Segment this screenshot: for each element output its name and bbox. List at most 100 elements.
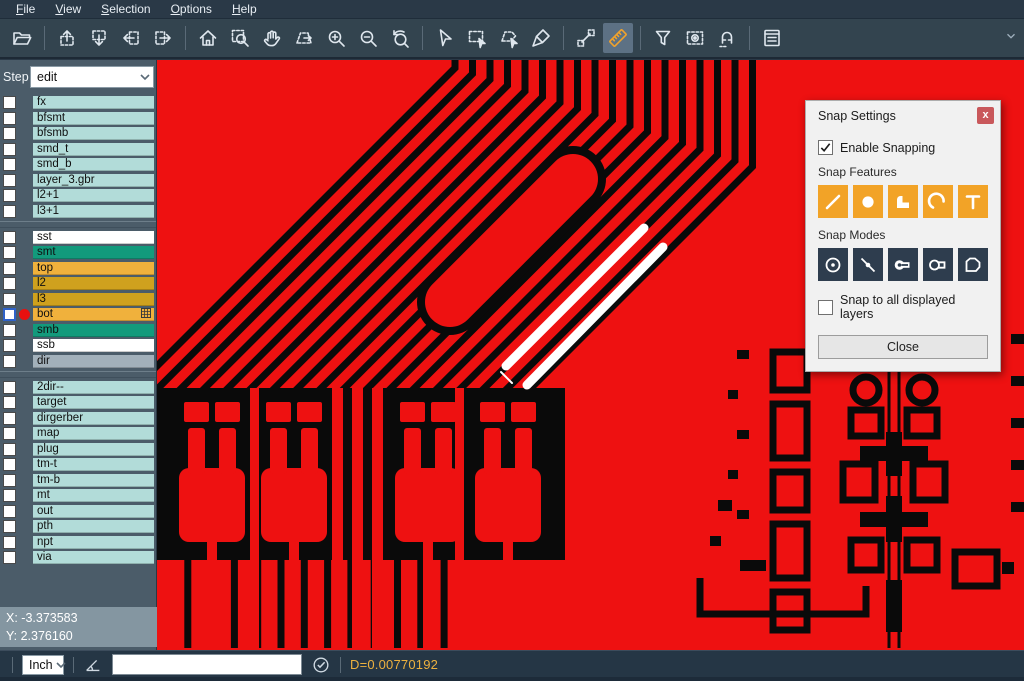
layer-label-out[interactable]: out [33, 505, 154, 518]
layer-label-top[interactable]: top [33, 262, 154, 275]
snap-feature-arc-button[interactable] [923, 185, 953, 218]
layer-checkbox-bfsmb[interactable] [3, 127, 16, 140]
layer-label-l3+1[interactable]: l3+1 [33, 205, 154, 218]
pan-right-button[interactable] [148, 23, 178, 53]
zoom-polygon-button[interactable] [289, 23, 319, 53]
layer-label-pth[interactable]: pth [33, 520, 154, 533]
layer-label-2dir--[interactable]: 2dir-- [33, 381, 154, 394]
layer-checkbox-smd_b[interactable] [3, 158, 16, 171]
zoom-out-button[interactable] [353, 23, 383, 53]
layer-label-plug[interactable]: plug [33, 443, 154, 456]
layer-checkbox-smd_t[interactable] [3, 143, 16, 156]
unit-select[interactable]: Inch [22, 655, 64, 675]
layer-checkbox-l3+1[interactable] [3, 205, 16, 218]
layer-checkbox-map[interactable] [3, 427, 16, 440]
snap-all-layers-row[interactable]: Snap to all displayed layers [818, 293, 988, 321]
report-button[interactable] [757, 23, 787, 53]
menu-help[interactable]: Help [222, 0, 267, 18]
filter-button[interactable] [648, 23, 678, 53]
layer-checkbox-tm-t[interactable] [3, 458, 16, 471]
snap-feature-surface-button[interactable] [888, 185, 918, 218]
layer-checkbox-target[interactable] [3, 396, 16, 409]
layer-label-smd_t[interactable]: smd_t [33, 143, 154, 156]
layer-label-dirgerber[interactable]: dirgerber [33, 412, 154, 425]
measure-button[interactable] [571, 23, 601, 53]
snap-close-button[interactable]: Close [818, 335, 988, 359]
layer-label-npt[interactable]: npt [33, 536, 154, 549]
snap-feature-line-button[interactable] [818, 185, 848, 218]
snap-feature-circle-button[interactable] [853, 185, 883, 218]
menu-view[interactable]: View [45, 0, 91, 18]
snap-mode-pad-filled-button[interactable] [888, 248, 918, 281]
layer-checkbox-dirgerber[interactable] [3, 412, 16, 425]
pan-down-button[interactable] [84, 23, 114, 53]
layer-checkbox-npt[interactable] [3, 536, 16, 549]
pan-hand-button[interactable] [257, 23, 287, 53]
layer-checkbox-layer_3.gbr[interactable] [3, 174, 16, 187]
layer-label-layer_3.gbr[interactable]: layer_3.gbr [33, 174, 154, 187]
layer-checkbox-mt[interactable] [3, 489, 16, 502]
zoom-previous-button[interactable] [385, 23, 415, 53]
layer-label-tm-b[interactable]: tm-b [33, 474, 154, 487]
layer-label-fx[interactable]: fx [33, 96, 154, 109]
layer-checkbox-top[interactable] [3, 262, 16, 275]
layer-label-l2+1[interactable]: l2+1 [33, 189, 154, 202]
pan-up-button[interactable] [52, 23, 82, 53]
enable-snapping-row[interactable]: Enable Snapping [818, 140, 988, 155]
layer-checkbox-fx[interactable] [3, 96, 16, 109]
layer-label-target[interactable]: target [33, 396, 154, 409]
layer-checkbox-ssb[interactable] [3, 339, 16, 352]
menu-options[interactable]: Options [161, 0, 222, 18]
layer-checkbox-sst[interactable] [3, 231, 16, 244]
open-button[interactable] [7, 23, 37, 53]
snap-button[interactable] [712, 23, 742, 53]
clean-button[interactable] [526, 23, 556, 53]
layer-checkbox-plug[interactable] [3, 443, 16, 456]
step-select[interactable]: edit [30, 66, 154, 88]
layer-label-mt[interactable]: mt [33, 489, 154, 502]
layer-label-dir[interactable]: dir [33, 355, 154, 368]
layer-label-sst[interactable]: sst [33, 231, 154, 244]
layer-label-map[interactable]: map [33, 427, 154, 440]
layer-label-smt[interactable]: smt [33, 246, 154, 259]
layer-checkbox-bfsmt[interactable] [3, 112, 16, 125]
layer-checkbox-l2+1[interactable] [3, 189, 16, 202]
layer-label-tm-t[interactable]: tm-t [33, 458, 154, 471]
layer-label-ssb[interactable]: ssb [33, 339, 154, 352]
zoom-in-button[interactable] [321, 23, 351, 53]
snap-dialog-titlebar[interactable]: Snap Settings x [806, 101, 1000, 128]
angle-measure-icon[interactable] [83, 655, 103, 675]
layer-checkbox-smt[interactable] [3, 246, 16, 259]
layer-checkbox-dir[interactable] [3, 355, 16, 368]
layer-checkbox-l3[interactable] [3, 293, 16, 306]
select-rectangle-button[interactable] [462, 23, 492, 53]
menu-file[interactable]: File [6, 0, 45, 18]
snap-mode-pad-outline-button[interactable] [923, 248, 953, 281]
ruler-button[interactable] [603, 23, 633, 53]
layer-checkbox-pth[interactable] [3, 520, 16, 533]
layer-checkbox-tm-b[interactable] [3, 474, 16, 487]
layer-label-via[interactable]: via [33, 551, 154, 564]
layer-checkbox-l2[interactable] [3, 277, 16, 290]
measure-input[interactable] [112, 654, 302, 675]
enable-snapping-checkbox[interactable] [818, 140, 833, 155]
layer-checkbox-smb[interactable] [3, 324, 16, 337]
layer-label-l3[interactable]: l3 [33, 293, 154, 306]
layer-label-l2[interactable]: l2 [33, 277, 154, 290]
layer-checkbox-bot[interactable] [3, 308, 16, 321]
layer-checkbox-out[interactable] [3, 505, 16, 518]
close-icon[interactable]: x [977, 107, 994, 124]
toolbar-overflow-chevron-icon[interactable] [1004, 29, 1018, 48]
snap-mode-midpoint-button[interactable] [853, 248, 883, 281]
pan-left-button[interactable] [116, 23, 146, 53]
view-options-button[interactable] [680, 23, 710, 53]
layer-label-bfsmt[interactable]: bfsmt [33, 112, 154, 125]
layer-label-smb[interactable]: smb [33, 324, 154, 337]
snap-mode-center-button[interactable] [818, 248, 848, 281]
zoom-window-button[interactable] [225, 23, 255, 53]
apply-check-icon[interactable] [311, 655, 331, 675]
select-button[interactable] [430, 23, 460, 53]
layer-label-bot[interactable]: bot [33, 308, 154, 321]
select-polygon-button[interactable] [494, 23, 524, 53]
snap-mode-outline-button[interactable] [958, 248, 988, 281]
